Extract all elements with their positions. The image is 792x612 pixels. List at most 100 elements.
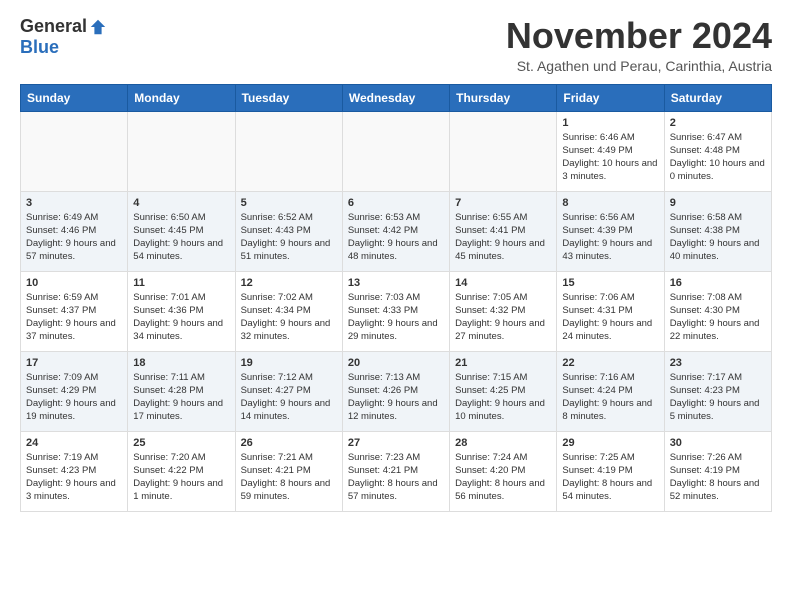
- day-info: Sunrise: 7:19 AMSunset: 4:23 PMDaylight:…: [26, 451, 122, 504]
- calendar-day-cell: 30 Sunrise: 7:26 AMSunset: 4:19 PMDaylig…: [664, 431, 771, 511]
- day-info: Sunrise: 7:02 AMSunset: 4:34 PMDaylight:…: [241, 291, 337, 344]
- day-number: 17: [26, 357, 122, 369]
- day-info: Sunrise: 7:16 AMSunset: 4:24 PMDaylight:…: [562, 371, 658, 424]
- calendar-day-cell: 16 Sunrise: 7:08 AMSunset: 4:30 PMDaylig…: [664, 271, 771, 351]
- day-info: Sunrise: 6:53 AMSunset: 4:42 PMDaylight:…: [348, 211, 444, 264]
- day-number: 27: [348, 437, 444, 449]
- weekday-header: Tuesday: [235, 84, 342, 111]
- calendar-week-row: 24 Sunrise: 7:19 AMSunset: 4:23 PMDaylig…: [21, 431, 772, 511]
- calendar-day-cell: 18 Sunrise: 7:11 AMSunset: 4:28 PMDaylig…: [128, 351, 235, 431]
- calendar-header-row: SundayMondayTuesdayWednesdayThursdayFrid…: [21, 84, 772, 111]
- day-number: 3: [26, 197, 122, 209]
- day-number: 22: [562, 357, 658, 369]
- calendar-day-cell: 27 Sunrise: 7:23 AMSunset: 4:21 PMDaylig…: [342, 431, 449, 511]
- calendar-day-cell: 15 Sunrise: 7:06 AMSunset: 4:31 PMDaylig…: [557, 271, 664, 351]
- calendar-day-cell: 21 Sunrise: 7:15 AMSunset: 4:25 PMDaylig…: [450, 351, 557, 431]
- day-number: 29: [562, 437, 658, 449]
- title-block: November 2024 St. Agathen und Perau, Car…: [506, 16, 772, 74]
- calendar-day-cell: 3 Sunrise: 6:49 AMSunset: 4:46 PMDayligh…: [21, 191, 128, 271]
- calendar-day-cell: 8 Sunrise: 6:56 AMSunset: 4:39 PMDayligh…: [557, 191, 664, 271]
- day-info: Sunrise: 7:03 AMSunset: 4:33 PMDaylight:…: [348, 291, 444, 344]
- calendar-day-cell: 20 Sunrise: 7:13 AMSunset: 4:26 PMDaylig…: [342, 351, 449, 431]
- day-info: Sunrise: 6:46 AMSunset: 4:49 PMDaylight:…: [562, 131, 658, 184]
- day-info: Sunrise: 6:58 AMSunset: 4:38 PMDaylight:…: [670, 211, 766, 264]
- calendar-day-cell: 10 Sunrise: 6:59 AMSunset: 4:37 PMDaylig…: [21, 271, 128, 351]
- day-number: 9: [670, 197, 766, 209]
- day-number: 1: [562, 117, 658, 129]
- calendar-day-cell: 5 Sunrise: 6:52 AMSunset: 4:43 PMDayligh…: [235, 191, 342, 271]
- logo: General Blue: [20, 16, 107, 58]
- day-info: Sunrise: 6:49 AMSunset: 4:46 PMDaylight:…: [26, 211, 122, 264]
- calendar-day-cell: [21, 111, 128, 191]
- calendar-day-cell: 19 Sunrise: 7:12 AMSunset: 4:27 PMDaylig…: [235, 351, 342, 431]
- month-title: November 2024: [506, 16, 772, 56]
- day-info: Sunrise: 7:11 AMSunset: 4:28 PMDaylight:…: [133, 371, 229, 424]
- calendar-day-cell: 25 Sunrise: 7:20 AMSunset: 4:22 PMDaylig…: [128, 431, 235, 511]
- day-number: 25: [133, 437, 229, 449]
- weekday-header: Monday: [128, 84, 235, 111]
- calendar-day-cell: [128, 111, 235, 191]
- day-number: 15: [562, 277, 658, 289]
- day-info: Sunrise: 6:50 AMSunset: 4:45 PMDaylight:…: [133, 211, 229, 264]
- calendar-day-cell: 17 Sunrise: 7:09 AMSunset: 4:29 PMDaylig…: [21, 351, 128, 431]
- calendar-day-cell: 12 Sunrise: 7:02 AMSunset: 4:34 PMDaylig…: [235, 271, 342, 351]
- day-info: Sunrise: 7:09 AMSunset: 4:29 PMDaylight:…: [26, 371, 122, 424]
- day-number: 19: [241, 357, 337, 369]
- calendar-day-cell: 14 Sunrise: 7:05 AMSunset: 4:32 PMDaylig…: [450, 271, 557, 351]
- calendar-week-row: 17 Sunrise: 7:09 AMSunset: 4:29 PMDaylig…: [21, 351, 772, 431]
- day-number: 13: [348, 277, 444, 289]
- calendar-day-cell: [235, 111, 342, 191]
- day-number: 2: [670, 117, 766, 129]
- day-number: 14: [455, 277, 551, 289]
- day-info: Sunrise: 7:17 AMSunset: 4:23 PMDaylight:…: [670, 371, 766, 424]
- calendar-day-cell: [450, 111, 557, 191]
- day-info: Sunrise: 7:26 AMSunset: 4:19 PMDaylight:…: [670, 451, 766, 504]
- calendar-day-cell: 26 Sunrise: 7:21 AMSunset: 4:21 PMDaylig…: [235, 431, 342, 511]
- calendar-day-cell: 1 Sunrise: 6:46 AMSunset: 4:49 PMDayligh…: [557, 111, 664, 191]
- day-number: 12: [241, 277, 337, 289]
- day-number: 26: [241, 437, 337, 449]
- day-info: Sunrise: 7:01 AMSunset: 4:36 PMDaylight:…: [133, 291, 229, 344]
- day-info: Sunrise: 7:20 AMSunset: 4:22 PMDaylight:…: [133, 451, 229, 504]
- day-number: 5: [241, 197, 337, 209]
- day-number: 10: [26, 277, 122, 289]
- calendar-day-cell: 2 Sunrise: 6:47 AMSunset: 4:48 PMDayligh…: [664, 111, 771, 191]
- calendar-day-cell: 4 Sunrise: 6:50 AMSunset: 4:45 PMDayligh…: [128, 191, 235, 271]
- weekday-header: Thursday: [450, 84, 557, 111]
- location-subtitle: St. Agathen und Perau, Carinthia, Austri…: [506, 58, 772, 74]
- day-info: Sunrise: 7:23 AMSunset: 4:21 PMDaylight:…: [348, 451, 444, 504]
- day-info: Sunrise: 6:59 AMSunset: 4:37 PMDaylight:…: [26, 291, 122, 344]
- day-number: 21: [455, 357, 551, 369]
- calendar-day-cell: 6 Sunrise: 6:53 AMSunset: 4:42 PMDayligh…: [342, 191, 449, 271]
- calendar-day-cell: 29 Sunrise: 7:25 AMSunset: 4:19 PMDaylig…: [557, 431, 664, 511]
- weekday-header: Friday: [557, 84, 664, 111]
- calendar-day-cell: 22 Sunrise: 7:16 AMSunset: 4:24 PMDaylig…: [557, 351, 664, 431]
- day-number: 16: [670, 277, 766, 289]
- day-info: Sunrise: 7:15 AMSunset: 4:25 PMDaylight:…: [455, 371, 551, 424]
- calendar-week-row: 3 Sunrise: 6:49 AMSunset: 4:46 PMDayligh…: [21, 191, 772, 271]
- day-number: 30: [670, 437, 766, 449]
- day-info: Sunrise: 7:21 AMSunset: 4:21 PMDaylight:…: [241, 451, 337, 504]
- calendar-day-cell: [342, 111, 449, 191]
- calendar-week-row: 1 Sunrise: 6:46 AMSunset: 4:49 PMDayligh…: [21, 111, 772, 191]
- logo-general: General: [20, 16, 87, 37]
- day-info: Sunrise: 7:24 AMSunset: 4:20 PMDaylight:…: [455, 451, 551, 504]
- day-number: 28: [455, 437, 551, 449]
- calendar-day-cell: 23 Sunrise: 7:17 AMSunset: 4:23 PMDaylig…: [664, 351, 771, 431]
- logo-icon: [89, 18, 107, 36]
- calendar-table: SundayMondayTuesdayWednesdayThursdayFrid…: [20, 84, 772, 512]
- logo-blue: Blue: [20, 37, 59, 58]
- day-info: Sunrise: 7:06 AMSunset: 4:31 PMDaylight:…: [562, 291, 658, 344]
- day-number: 8: [562, 197, 658, 209]
- calendar-day-cell: 28 Sunrise: 7:24 AMSunset: 4:20 PMDaylig…: [450, 431, 557, 511]
- day-number: 24: [26, 437, 122, 449]
- day-number: 23: [670, 357, 766, 369]
- day-info: Sunrise: 7:25 AMSunset: 4:19 PMDaylight:…: [562, 451, 658, 504]
- day-info: Sunrise: 7:08 AMSunset: 4:30 PMDaylight:…: [670, 291, 766, 344]
- page-header: General Blue November 2024 St. Agathen u…: [20, 16, 772, 74]
- day-info: Sunrise: 7:12 AMSunset: 4:27 PMDaylight:…: [241, 371, 337, 424]
- weekday-header: Sunday: [21, 84, 128, 111]
- calendar-day-cell: 7 Sunrise: 6:55 AMSunset: 4:41 PMDayligh…: [450, 191, 557, 271]
- calendar-day-cell: 11 Sunrise: 7:01 AMSunset: 4:36 PMDaylig…: [128, 271, 235, 351]
- day-info: Sunrise: 7:13 AMSunset: 4:26 PMDaylight:…: [348, 371, 444, 424]
